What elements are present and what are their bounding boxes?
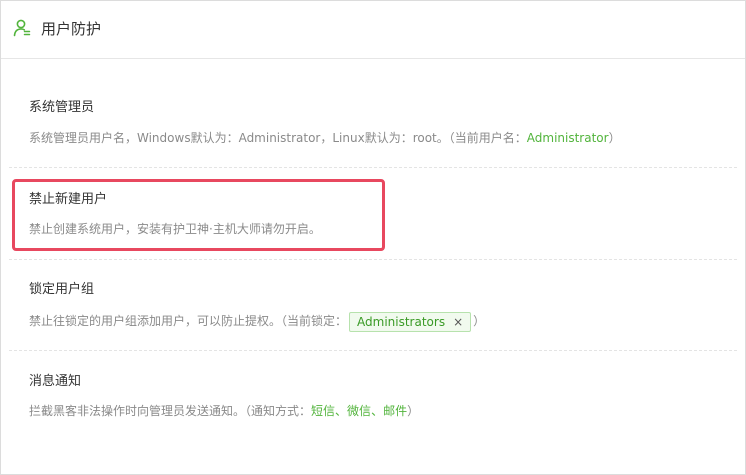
section-title: 系统管理员 xyxy=(29,100,95,115)
section-no-new-user[interactable]: 禁止新建用户 禁止创建系统用户，安装有护卫神·主机大师请勿开启。 xyxy=(9,183,737,247)
section-description: 禁止往锁定的用户组添加用户，可以防止提权。（当前锁定： Administrator… xyxy=(29,309,485,333)
current-username: Administrator xyxy=(526,131,609,145)
section-notification: 消息通知 拦截黑客非法操作时向管理员发送通知。（通知方式：短信、微信、邮件） xyxy=(9,365,737,435)
divider xyxy=(9,350,737,351)
section-description: 拦截黑客非法操作时向管理员发送通知。（通知方式：短信、微信、邮件） xyxy=(29,404,420,418)
section-title: 消息通知 xyxy=(29,374,82,389)
remove-tag-icon[interactable]: × xyxy=(453,310,463,334)
locked-group-tag[interactable]: Administrators × xyxy=(349,310,472,334)
user-shield-icon xyxy=(13,19,31,37)
section-lock-user-group: 锁定用户组 禁止往锁定的用户组添加用户，可以防止提权。（当前锁定： Adminis… xyxy=(9,273,737,343)
section-description: 系统管理员用户名，Windows默认为：Administrator，Linux默… xyxy=(29,131,621,145)
page-title: 用户防护 xyxy=(41,20,102,38)
notify-method-sms[interactable]: 短信 xyxy=(311,404,335,418)
section-system-admin: 系统管理员 系统管理员用户名，Windows默认为：Administrator，… xyxy=(9,91,737,161)
notify-method-wechat[interactable]: 微信 xyxy=(347,404,371,418)
user-protection-panel: 用户防护 系统管理员 系统管理员用户名，Windows默认为：Administr… xyxy=(0,0,746,475)
notify-method-email[interactable]: 邮件 xyxy=(383,404,407,418)
divider xyxy=(9,167,737,168)
section-description: 禁止创建系统用户，安装有护卫神·主机大师请勿开启。 xyxy=(29,222,321,236)
divider xyxy=(9,259,737,260)
panel-header: 用户防护 xyxy=(1,1,745,59)
section-title: 禁止新建用户 xyxy=(29,192,108,207)
section-title: 锁定用户组 xyxy=(29,282,95,297)
